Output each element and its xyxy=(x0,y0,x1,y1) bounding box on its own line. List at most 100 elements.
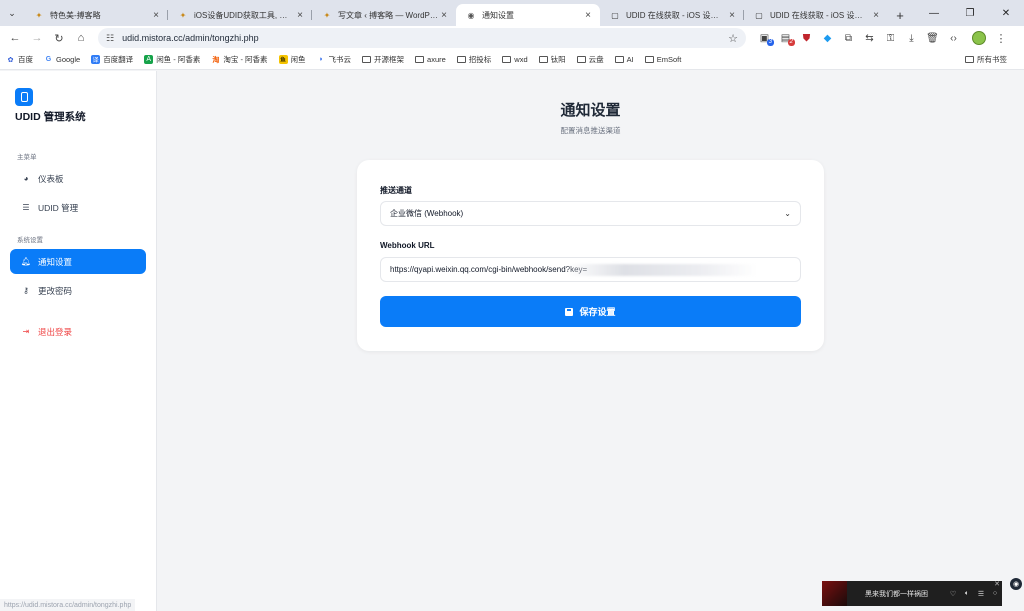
bookmark-item[interactable]: 译百度翻译 xyxy=(91,54,133,65)
tab-search-chevron-icon[interactable]: ⌄ xyxy=(0,0,24,26)
tab-close-icon[interactable]: × xyxy=(150,10,162,21)
browser-toolbar: ← → ↻ ⌂ ☷ udid.mistora.cc/admin/tongzhi.… xyxy=(0,26,1024,50)
status-url: https://udid.mistora.cc/admin/tongzhi.ph… xyxy=(0,599,136,611)
bookmark-label: 百度 xyxy=(18,55,33,64)
bookmark-star-icon[interactable]: ☆ xyxy=(728,32,738,45)
folder-icon xyxy=(362,56,372,63)
home-icon[interactable]: ⌂ xyxy=(70,28,92,48)
bookmark-folder[interactable]: AI xyxy=(614,55,634,64)
tab-close-icon[interactable]: × xyxy=(870,10,882,21)
extension-icon[interactable]: ▤ 2 xyxy=(775,28,796,48)
bookmark-item[interactable]: G Google xyxy=(44,55,80,64)
new-tab-button[interactable]: + xyxy=(888,4,912,26)
sidebar-item-label: 通知设置 xyxy=(38,256,73,267)
sidebar-item-password[interactable]: ⚷ 更改密码 xyxy=(10,278,146,303)
bookmark-folder[interactable]: 招投标 xyxy=(456,54,491,65)
address-url[interactable]: udid.mistora.cc/admin/tongzhi.php xyxy=(122,33,728,43)
menu-kebab-icon[interactable]: ⋮ xyxy=(990,28,1012,48)
trash-icon[interactable]: 🗑︎ xyxy=(922,28,943,48)
browser-tab[interactable]: ✦ iOS设备UDID获取工具, 支持1 × xyxy=(168,4,312,26)
channel-select[interactable]: 企业微信 (Webhook) ⌄ xyxy=(380,201,801,226)
browser-tab[interactable]: ✦ 特色美-搏客略 × xyxy=(24,4,168,26)
page-icon: ▢ xyxy=(611,10,619,20)
site-info-icon[interactable]: ☷ xyxy=(106,33,114,44)
settings-card: 推送通道 企业微信 (Webhook) ⌄ Webhook URL https:… xyxy=(357,160,824,351)
bookmark-folder[interactable]: 云盘 xyxy=(576,54,604,65)
sidebar-item-label: UDID 管理 xyxy=(38,202,79,213)
address-bar[interactable]: ☷ udid.mistora.cc/admin/tongzhi.php ☆ xyxy=(98,28,746,48)
save-icon xyxy=(565,307,574,316)
bookmark-item[interactable]: A 闲鱼 - 阿香素 xyxy=(144,54,200,65)
restore-icon[interactable]: ❐ xyxy=(952,8,988,19)
code-icon[interactable]: ‹› xyxy=(943,28,964,48)
volume-icon[interactable]: 🔈︎ xyxy=(960,590,974,598)
reload-icon[interactable]: ↻ xyxy=(48,28,70,48)
bookmark-folder[interactable]: 开源框架 xyxy=(362,54,404,65)
tab-close-icon[interactable]: × xyxy=(582,10,594,21)
heart-icon[interactable]: ♡ xyxy=(946,590,960,598)
forward-icon[interactable]: → xyxy=(26,28,48,48)
bookmark-folder[interactable]: axure xyxy=(415,55,446,64)
back-icon[interactable]: ← xyxy=(4,28,26,48)
bookmark-item[interactable]: ◗ 飞书云 xyxy=(317,54,351,65)
browser-tab[interactable]: ✦ 写文章 ‹ 搏客略 — WordPress × xyxy=(312,4,456,26)
sidebar-item-notify[interactable]: 🔔︎ 通知设置 xyxy=(10,249,146,274)
sidebar: UDID 管理系统 主菜单 ◕ 仪表板 ☰ UDID 管理 系统设置 🔔︎ 通知… xyxy=(0,71,157,611)
key-icon[interactable]: ⚿ xyxy=(880,28,901,48)
extension-icon[interactable]: ◆ xyxy=(817,28,838,48)
tab-close-icon[interactable]: × xyxy=(438,10,450,21)
floating-assistant-icon[interactable]: ◉ xyxy=(1010,578,1022,590)
bookmark-item[interactable]: ✿ 百度 xyxy=(6,54,33,65)
globe-icon: ◉ xyxy=(467,10,475,20)
download-icon[interactable]: ⤓ xyxy=(901,28,922,48)
bookmark-folder[interactable]: wxd xyxy=(502,55,528,64)
extension-badge: 2 xyxy=(787,39,795,46)
bookmark-item[interactable]: 淘淘宝 - 阿香素 xyxy=(211,54,267,65)
bookmark-label: 所有书签 xyxy=(977,55,1007,64)
save-button-label: 保存设置 xyxy=(579,307,616,317)
tab-title: iOS设备UDID获取工具, 支持1 xyxy=(194,10,294,20)
playlist-icon[interactable]: ☰ xyxy=(974,590,988,598)
browser-tab[interactable]: ▢ UDID 在线获取 - iOS 设备信息 × xyxy=(744,4,888,26)
chevron-down-icon: ⌄ xyxy=(784,209,791,218)
sidebar-item-logout[interactable]: ⇥ 退出登录 xyxy=(10,319,146,344)
app-logo xyxy=(15,88,33,106)
browser-tab-active[interactable]: ◉ 通知设置 × xyxy=(456,4,600,26)
site-favicon-icon: ✦ xyxy=(35,10,43,20)
bookmark-label: 闲鱼 - 阿香素 xyxy=(156,55,201,64)
sidebar-item-dashboard[interactable]: ◕ 仪表板 xyxy=(10,166,146,191)
close-icon[interactable]: ✕ xyxy=(994,580,1000,588)
save-button[interactable]: 保存设置 xyxy=(380,296,801,327)
google-icon: G xyxy=(45,56,52,63)
all-bookmarks-folder[interactable]: 所有书签 xyxy=(965,54,1007,65)
bookmark-folder[interactable]: EmSoft xyxy=(644,55,681,64)
bookmark-label: 钛阳 xyxy=(550,55,566,64)
page-icon: ▢ xyxy=(755,10,763,20)
bookmark-item[interactable]: 鱼闲鱼 xyxy=(278,54,306,65)
close-window-icon[interactable]: ✕ xyxy=(988,8,1024,19)
sidebar-item-udid[interactable]: ☰ UDID 管理 xyxy=(10,195,146,220)
tab-close-icon[interactable]: × xyxy=(294,10,306,21)
taobao-icon: 淘 xyxy=(212,56,220,64)
tab-close-icon[interactable]: × xyxy=(726,10,738,21)
more-icon[interactable]: ○ xyxy=(988,590,1002,597)
folder-icon xyxy=(614,56,624,63)
shield-extension-icon[interactable]: ⛊ xyxy=(796,28,817,48)
bookmark-folder[interactable]: 钛阳 xyxy=(538,54,566,65)
bookmark-label: Google xyxy=(56,55,81,64)
puzzle-icon[interactable]: ⧉ xyxy=(838,28,859,48)
site-favicon-icon: ✦ xyxy=(323,10,331,20)
feishu-icon: ◗ xyxy=(318,56,324,63)
a-icon: A xyxy=(144,55,154,64)
folder-icon xyxy=(415,56,425,63)
minimize-icon[interactable]: — xyxy=(916,8,952,19)
bookmark-label: 淘宝 - 阿香素 xyxy=(223,55,268,64)
sidebar-item-label: 退出登录 xyxy=(38,326,73,337)
extension-icon[interactable]: ▣ 3 xyxy=(754,28,775,48)
bookmark-label: 百度翻译 xyxy=(103,55,134,64)
profile-avatar[interactable] xyxy=(972,31,986,45)
folder-icon xyxy=(502,56,512,63)
browser-tab[interactable]: ▢ UDID 在线获取 - iOS 设备信息 × xyxy=(600,4,744,26)
translate-icon[interactable]: ⇆ xyxy=(859,28,880,48)
tab-title: UDID 在线获取 - iOS 设备信息 xyxy=(626,10,726,20)
